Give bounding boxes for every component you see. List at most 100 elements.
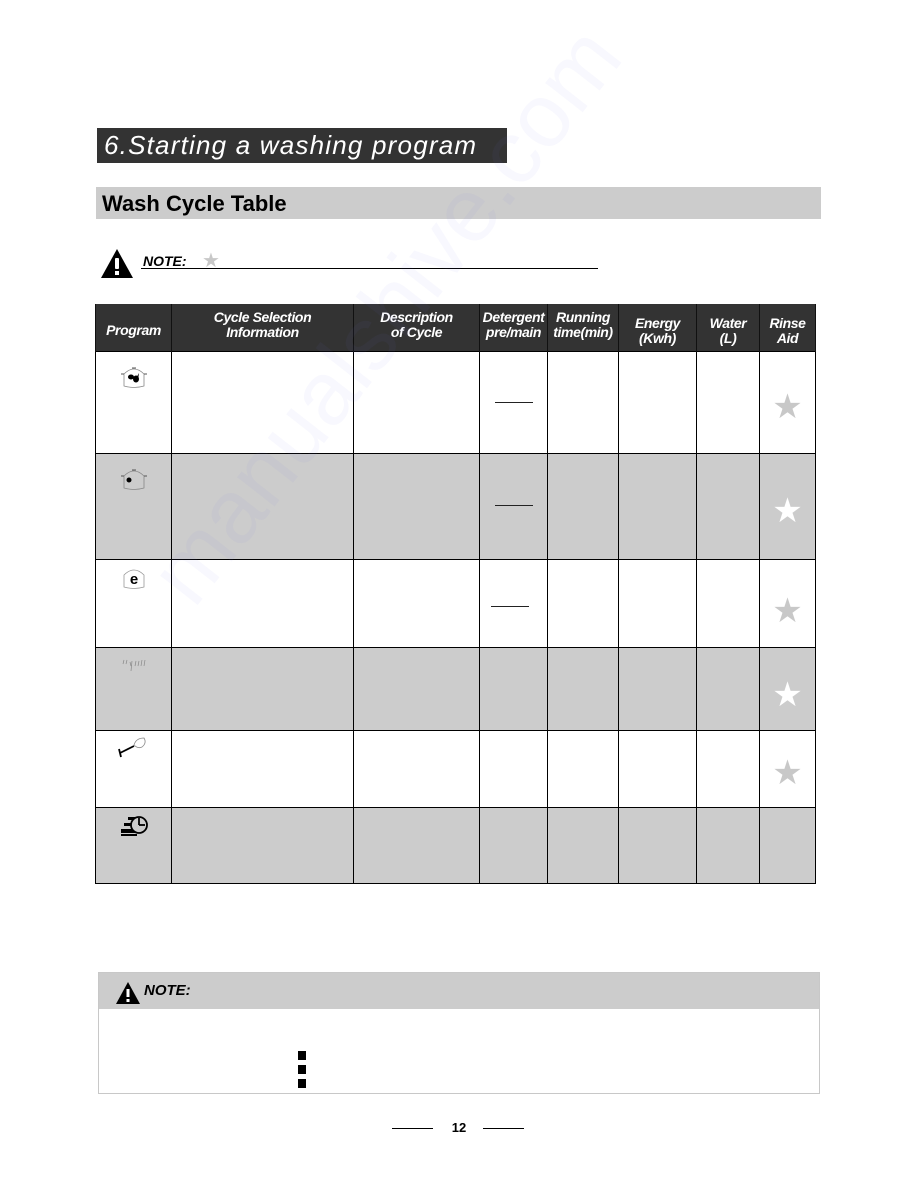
bottom-note-label: NOTE: [144, 982, 191, 999]
running-time-cell [547, 559, 619, 648]
bullet-square [298, 1051, 306, 1060]
program-cell [95, 807, 172, 884]
page-number: 12 [451, 1120, 467, 1135]
water-cell [696, 807, 760, 884]
intensive-pot-icon [120, 367, 147, 388]
warning-icon [101, 249, 133, 278]
table-row: ★ [95, 730, 816, 808]
table-row [95, 807, 816, 884]
header-detergent: Detergent pre/main [479, 304, 548, 352]
header-cycle-selection-text: Cycle Selection Information [213, 308, 312, 340]
water-cell [696, 351, 760, 454]
star-icon: ★ [202, 250, 220, 272]
section-title: 6.Starting a washing program [97, 128, 507, 163]
energy-cell [618, 559, 697, 648]
header-rinse-aid-text: Rinse Aid [769, 314, 806, 346]
detergent-cell [479, 647, 548, 731]
water-cell [696, 453, 760, 560]
description-cell [353, 647, 480, 731]
header-rinse-aid: Rinse Aid [759, 304, 816, 352]
water-cell [696, 647, 760, 731]
energy-cell [618, 647, 697, 731]
program-cell [95, 730, 172, 808]
cycle-selection-cell [171, 647, 354, 731]
detergent-dash [494, 402, 533, 403]
header-water-text: Water (L) [709, 314, 747, 346]
energy-cell [618, 351, 697, 454]
note-label: NOTE: [143, 253, 187, 269]
header-running-time-text: Running time(min) [553, 308, 613, 340]
bottom-note-box: NOTE: [98, 972, 820, 1094]
cycle-selection-cell [171, 807, 354, 884]
star-icon: ★ [772, 676, 803, 714]
header-detergent-text: Detergent pre/main [482, 308, 545, 340]
energy-cell [618, 730, 697, 808]
rinse-aid-cell: ★ [759, 453, 816, 560]
wine-glass-icon [117, 737, 146, 758]
running-time-cell [547, 730, 619, 808]
svg-text:e: e [129, 571, 137, 588]
description-cell [353, 351, 480, 454]
star-icon: ★ [772, 388, 803, 426]
rinse-aid-cell: ★ [759, 647, 816, 731]
detergent-cell [479, 351, 548, 454]
running-time-cell [547, 647, 619, 731]
table-row: ★ [95, 453, 816, 560]
normal-pot-icon [120, 469, 147, 490]
star-icon: ★ [772, 754, 803, 792]
table-header-row: Program Cycle Selection Information Desc… [95, 304, 816, 352]
energy-cell [618, 453, 697, 560]
bullet-square [298, 1079, 306, 1088]
description-cell [353, 559, 480, 648]
detergent-cell [479, 559, 548, 648]
description-cell [353, 453, 480, 560]
cycle-selection-cell [171, 453, 354, 560]
running-time-cell [547, 807, 619, 884]
wash-cycle-table: Program Cycle Selection Information Desc… [95, 304, 816, 884]
water-cell [696, 559, 760, 648]
cycle-selection-cell [171, 559, 354, 648]
table-row: ★ [95, 351, 816, 454]
bottom-note-header: NOTE: [99, 973, 819, 1009]
running-time-cell [547, 351, 619, 454]
program-cell [95, 647, 172, 731]
header-running-time: Running time(min) [547, 304, 619, 352]
description-cell [353, 730, 480, 808]
program-cell [95, 351, 172, 454]
rinse-aid-cell [759, 807, 816, 884]
description-cell [353, 807, 480, 884]
detergent-cell [479, 730, 548, 808]
table-row: e ★ [95, 559, 816, 648]
header-water: Water (L) [696, 304, 760, 352]
header-description-text: Description of Cycle [380, 308, 453, 340]
cycle-selection-cell [171, 730, 354, 808]
energy-cell [618, 807, 697, 884]
header-energy: Energy (Kwh) [618, 304, 697, 352]
running-time-cell [547, 453, 619, 560]
detergent-dash [494, 505, 533, 506]
detergent-cell [479, 807, 548, 884]
rinse-aid-cell: ★ [759, 559, 816, 648]
bullet-square [298, 1065, 306, 1074]
program-cell: e [95, 559, 172, 648]
star-icon: ★ [772, 592, 803, 630]
header-description: Description of Cycle [353, 304, 480, 352]
detergent-cell [479, 453, 548, 560]
water-cell [696, 730, 760, 808]
rinse-aid-cell: ★ [759, 730, 816, 808]
glass-spray-icon [122, 659, 145, 672]
star-icon: ★ [772, 492, 803, 530]
rinse-aid-cell: ★ [759, 351, 816, 454]
page-number-rule-right [483, 1128, 524, 1129]
note-underline [141, 268, 598, 269]
wash-cycle-table-title: Wash Cycle Table [96, 187, 821, 219]
program-cell [95, 453, 172, 560]
header-energy-text: Energy (Kwh) [634, 314, 681, 346]
header-cycle-selection: Cycle Selection Information [171, 304, 354, 352]
eco-icon: e [123, 569, 144, 589]
table-row: ★ [95, 647, 816, 731]
detergent-dash [490, 606, 529, 607]
header-program: Program [95, 304, 172, 352]
top-note: NOTE: ★ [101, 247, 601, 279]
quick-clock-icon [120, 816, 148, 836]
